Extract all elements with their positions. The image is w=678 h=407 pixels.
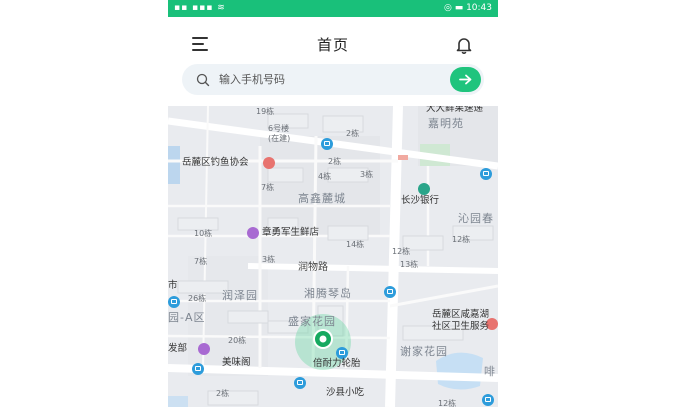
shop-marker-icon[interactable] <box>198 343 210 355</box>
map-label: 润泽园 <box>222 289 258 302</box>
map-label: 岳麓区钓鱼协会 <box>182 157 249 168</box>
map-label: 美味阁 <box>222 357 251 368</box>
map-label: 湘腾琴岛 <box>304 287 352 300</box>
map-label: 长沙银行 <box>401 195 440 206</box>
map-view[interactable]: 19栋 大大鲜果速递 6号楼 (在建) 2栋 嘉明苑 岳麓区钓鱼协会 2栋 4栋… <box>168 106 498 407</box>
map-label: 章勇军生鲜店 <box>262 227 320 238</box>
app-header: 首页 <box>168 17 498 65</box>
map-label: 高鑫麓城 <box>298 192 346 205</box>
map-label: 沙县小吃 <box>326 387 365 398</box>
search-submit-button[interactable] <box>450 67 481 92</box>
phone-screen: ▪▪ ▪▪▪ ≋ ◎ ▬ 10:43 首页 输入手机号码 19栋 大大鲜果速递 … <box>168 0 498 407</box>
bus-stop-icon[interactable] <box>192 363 204 375</box>
bus-stop-icon[interactable] <box>294 377 306 389</box>
status-bar: ▪▪ ▪▪▪ ≋ ◎ ▬ 10:43 <box>168 0 498 17</box>
map-label: 7栋 <box>261 183 275 192</box>
bus-stop-icon[interactable] <box>384 286 396 298</box>
alarm-icon: ◎ ▬ <box>443 3 467 13</box>
map-label: 3栋 <box>262 255 276 264</box>
map-label: 12栋 <box>452 235 471 244</box>
status-clock: ◎ ▬ 10:43 <box>444 3 492 13</box>
map-label: 2栋 <box>346 129 360 138</box>
map-label: 盛家花园 <box>288 315 336 328</box>
map-label: 岳麓区咸嘉湖 <box>432 309 490 320</box>
map-label: 26栋 <box>188 294 207 303</box>
map-label: 4栋 <box>318 172 332 181</box>
map-label: 2栋 <box>216 389 230 398</box>
map-label: 谢家花园 <box>400 345 448 358</box>
bus-stop-icon[interactable] <box>168 296 180 308</box>
map-label: 市 <box>168 280 178 291</box>
map-label: 7栋 <box>194 257 208 266</box>
map-label: 园-A区 <box>168 311 206 324</box>
map-label: 啡 <box>484 365 496 378</box>
status-time: 10:43 <box>466 3 492 13</box>
map-label: 倍耐力轮胎 <box>313 358 361 369</box>
shop-marker-icon[interactable] <box>247 227 259 239</box>
map-label: 10栋 <box>194 229 213 238</box>
bus-stop-icon[interactable] <box>482 394 494 406</box>
star-marker-icon[interactable] <box>263 157 275 169</box>
map-label: 13栋 <box>400 260 419 269</box>
map-label: 20栋 <box>228 336 247 345</box>
map-label: (在建) <box>268 134 291 143</box>
map-label: 14栋 <box>346 240 365 249</box>
map-label: 润物路 <box>298 262 328 273</box>
page-title: 首页 <box>316 36 349 54</box>
map-label: 发部 <box>168 343 188 354</box>
map-label: 19栋 <box>256 107 275 116</box>
bus-stop-icon[interactable] <box>480 168 492 180</box>
search-bar <box>182 64 484 95</box>
map-label: 大大鲜果速递 <box>426 106 484 114</box>
phone-number-input[interactable] <box>219 70 439 89</box>
map-label: 社区卫生服务 <box>432 321 490 332</box>
map-label: 嘉明苑 <box>428 117 464 130</box>
current-location-marker[interactable] <box>311 327 335 351</box>
bank-marker-icon[interactable] <box>418 183 430 195</box>
status-icons-left: ▪▪ ▪▪▪ ≋ <box>174 3 226 13</box>
map-label: 3栋 <box>360 170 374 179</box>
map-label: 12栋 <box>438 399 457 407</box>
map-label: 2栋 <box>328 157 342 166</box>
arrow-right-icon <box>459 74 472 85</box>
bell-icon[interactable] <box>454 35 474 55</box>
search-icon <box>196 73 210 87</box>
map-label: 沁园春 <box>458 212 494 225</box>
map-label: 12栋 <box>392 247 411 256</box>
bus-stop-icon[interactable] <box>321 138 333 150</box>
